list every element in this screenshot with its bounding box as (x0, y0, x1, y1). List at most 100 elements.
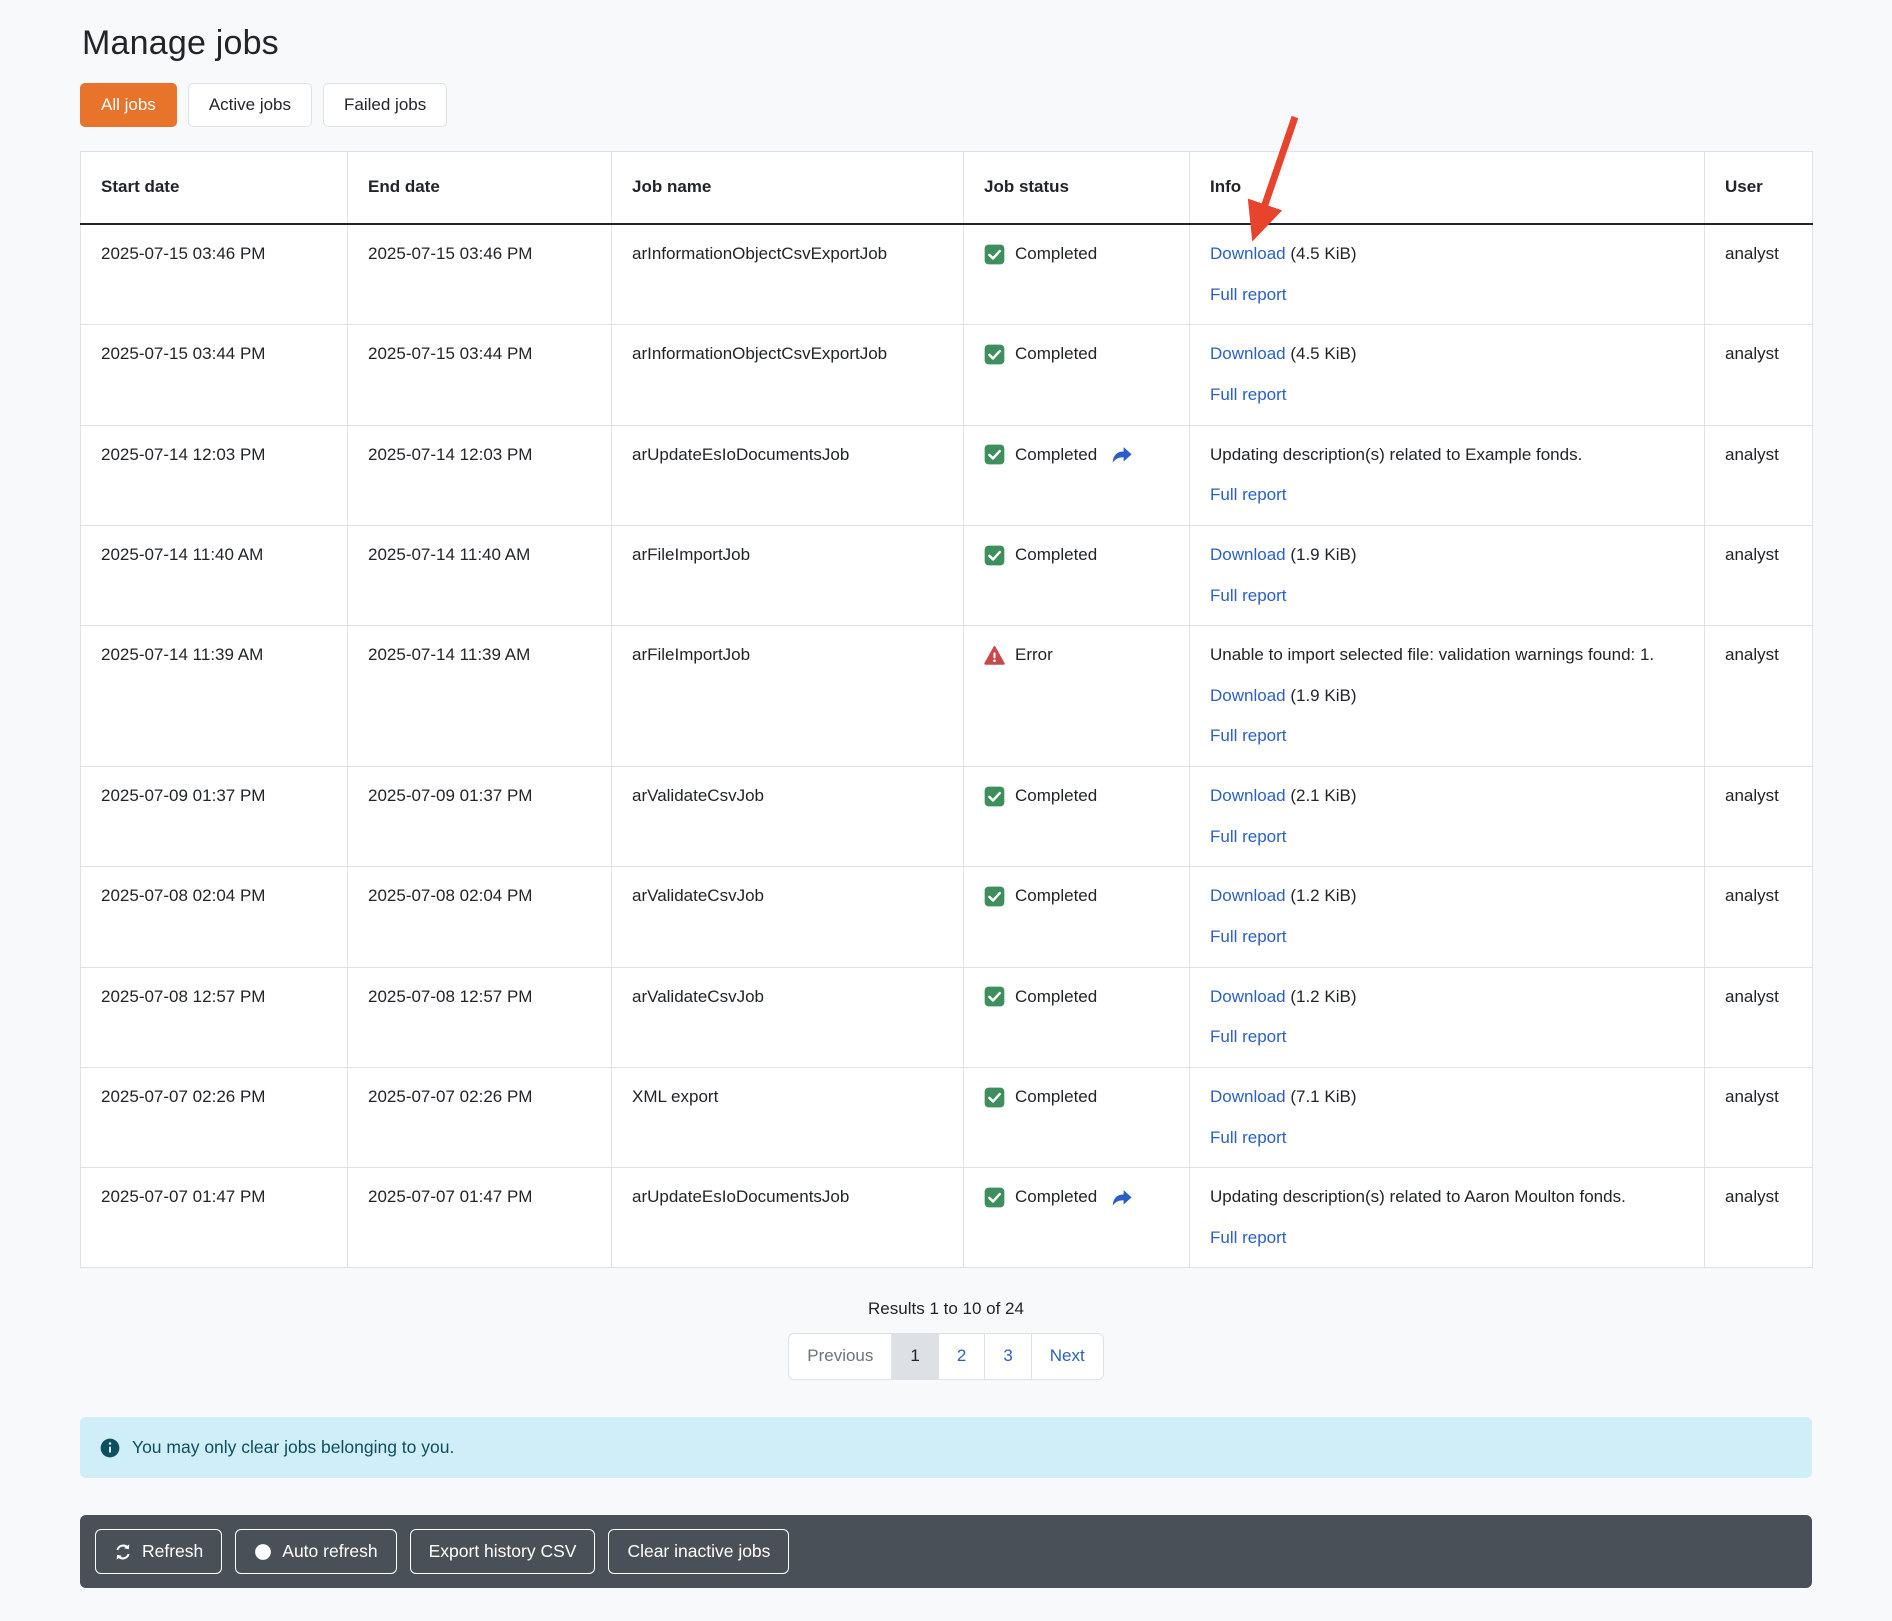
download-size: (1.2 KiB) (1290, 886, 1356, 905)
clear-inactive-jobs-button[interactable]: Clear inactive jobs (608, 1529, 789, 1574)
cell-end-date: 2025-07-08 02:04 PM (348, 867, 612, 967)
cell-start-date: 2025-07-09 01:37 PM (81, 767, 348, 867)
status-label: Completed (1015, 242, 1097, 267)
download-size: (1.2 KiB) (1290, 987, 1356, 1006)
cell-end-date: 2025-07-08 12:57 PM (348, 967, 612, 1067)
table-row: 2025-07-09 01:37 PM 2025-07-09 01:37 PM … (81, 767, 1813, 867)
cell-start-date: 2025-07-15 03:46 PM (81, 224, 348, 325)
col-header-user: User (1705, 152, 1813, 224)
cell-info: Download (4.5 KiB) Full report (1190, 325, 1705, 425)
cell-job-name: arValidateCsvJob (612, 867, 964, 967)
export-history-csv-button[interactable]: Export history CSV (410, 1529, 596, 1574)
next-button[interactable]: Next (1032, 1334, 1103, 1379)
cell-job-status: Completed (964, 867, 1190, 967)
info-download-line: Download (4.5 KiB) (1210, 342, 1684, 367)
full-report-link[interactable]: Full report (1210, 927, 1287, 946)
pagination: Previous 1 2 3 Next (80, 1333, 1812, 1380)
cell-info: Download (1.2 KiB) Full report (1190, 867, 1705, 967)
cell-job-name: arValidateCsvJob (612, 767, 964, 867)
status-label: Completed (1015, 985, 1097, 1010)
table-header-row: Start date End date Job name Job status … (81, 152, 1813, 224)
col-header-end-date: End date (348, 152, 612, 224)
check-square-icon (984, 1087, 1005, 1108)
col-header-job-status: Job status (964, 152, 1190, 224)
page-title: Manage jobs (82, 24, 1812, 63)
full-report-link[interactable]: Full report (1210, 1027, 1287, 1046)
cell-end-date: 2025-07-14 11:39 AM (348, 626, 612, 767)
tab-failed-jobs[interactable]: Failed jobs (323, 83, 447, 127)
cell-user: analyst (1705, 425, 1813, 525)
full-report-link[interactable]: Full report (1210, 586, 1287, 605)
info-download-line: Download (1.9 KiB) (1210, 543, 1684, 568)
info-download-line: Download (1.2 KiB) (1210, 884, 1684, 909)
cell-job-status: Error (964, 626, 1190, 767)
info-alert: You may only clear jobs belonging to you… (80, 1417, 1812, 1478)
jobs-table-body: 2025-07-15 03:46 PM 2025-07-15 03:46 PM … (81, 224, 1813, 1268)
download-link[interactable]: Download (1210, 686, 1286, 705)
cell-job-status: Completed (964, 425, 1190, 525)
cell-user: analyst (1705, 867, 1813, 967)
cell-job-name: arFileImportJob (612, 525, 964, 625)
download-link[interactable]: Download (1210, 545, 1286, 564)
auto-refresh-button[interactable]: Auto refresh (235, 1529, 396, 1574)
download-link[interactable]: Download (1210, 987, 1286, 1006)
table-row: 2025-07-14 11:39 AM 2025-07-14 11:39 AM … (81, 626, 1813, 767)
download-link[interactable]: Download (1210, 244, 1286, 263)
cell-end-date: 2025-07-09 01:37 PM (348, 767, 612, 867)
page-2-button[interactable]: 2 (939, 1334, 985, 1379)
full-report-link[interactable]: Full report (1210, 1128, 1287, 1147)
status-label: Completed (1015, 884, 1097, 909)
col-header-job-name: Job name (612, 152, 964, 224)
full-report-link[interactable]: Full report (1210, 827, 1287, 846)
download-link[interactable]: Download (1210, 886, 1286, 905)
full-report-link[interactable]: Full report (1210, 385, 1287, 404)
alert-text: You may only clear jobs belonging to you… (132, 1436, 454, 1459)
refresh-icon (114, 1543, 132, 1561)
full-report-link[interactable]: Full report (1210, 726, 1287, 745)
cell-start-date: 2025-07-14 11:39 AM (81, 626, 348, 767)
table-row: 2025-07-14 11:40 AM 2025-07-14 11:40 AM … (81, 525, 1813, 625)
redirect-arrow-icon (1111, 445, 1133, 465)
error-triangle-icon (984, 645, 1005, 666)
status-label: Completed (1015, 342, 1097, 367)
cell-job-name: XML export (612, 1067, 964, 1167)
full-report-link[interactable]: Full report (1210, 1228, 1287, 1247)
download-link[interactable]: Download (1210, 786, 1286, 805)
page-1-button[interactable]: 1 (892, 1334, 938, 1379)
previous-button[interactable]: Previous (789, 1334, 892, 1379)
refresh-button-label: Refresh (142, 1540, 203, 1563)
full-report-link[interactable]: Full report (1210, 485, 1287, 504)
download-link[interactable]: Download (1210, 344, 1286, 363)
check-square-icon (984, 244, 1005, 265)
full-report-link[interactable]: Full report (1210, 285, 1287, 304)
job-filter-tabs: All jobs Active jobs Failed jobs (80, 83, 1812, 127)
info-download-line: Download (2.1 KiB) (1210, 784, 1684, 809)
cell-user: analyst (1705, 1168, 1813, 1268)
status-label: Completed (1015, 543, 1097, 568)
status-label: Completed (1015, 1185, 1097, 1210)
cell-user: analyst (1705, 767, 1813, 867)
cell-user: analyst (1705, 1067, 1813, 1167)
cell-end-date: 2025-07-15 03:46 PM (348, 224, 612, 325)
cell-start-date: 2025-07-07 01:47 PM (81, 1168, 348, 1268)
clear-inactive-jobs-label: Clear inactive jobs (627, 1540, 770, 1563)
redirect-arrow-icon (1111, 1188, 1133, 1208)
cell-job-status: Completed (964, 1067, 1190, 1167)
cell-job-name: arFileImportJob (612, 626, 964, 767)
table-row: 2025-07-07 01:47 PM 2025-07-07 01:47 PM … (81, 1168, 1813, 1268)
download-size: (1.9 KiB) (1290, 686, 1356, 705)
cell-job-status: Completed (964, 525, 1190, 625)
info-note: Updating description(s) related to Aaron… (1210, 1185, 1684, 1210)
check-square-icon (984, 1187, 1005, 1208)
tab-active-jobs[interactable]: Active jobs (188, 83, 312, 127)
download-link[interactable]: Download (1210, 1087, 1286, 1106)
cell-job-name: arInformationObjectCsvExportJob (612, 224, 964, 325)
bottom-toolbar: Refresh Auto refresh Export history CSV … (80, 1515, 1812, 1588)
check-square-icon (984, 344, 1005, 365)
status-label: Error (1015, 643, 1053, 668)
cell-job-name: arInformationObjectCsvExportJob (612, 325, 964, 425)
refresh-button[interactable]: Refresh (95, 1529, 222, 1574)
status-label: Completed (1015, 784, 1097, 809)
page-3-button[interactable]: 3 (985, 1334, 1031, 1379)
tab-all-jobs[interactable]: All jobs (80, 83, 177, 127)
